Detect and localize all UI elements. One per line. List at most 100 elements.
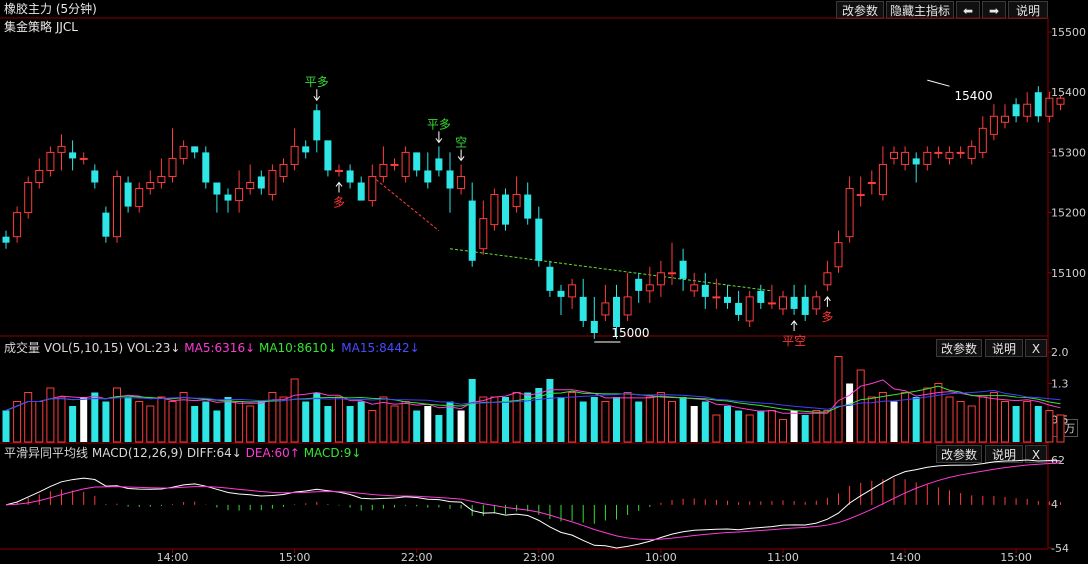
- candle-body-up: [1056, 97, 1065, 105]
- volume-bar: [135, 401, 144, 443]
- macd-tick-label: -54: [1051, 542, 1069, 555]
- signal-label: 平多: [305, 75, 329, 89]
- volume-bar: [13, 401, 22, 443]
- volume-bar: [767, 410, 776, 443]
- candle-body-up: [845, 188, 854, 238]
- candle-body-up: [135, 188, 144, 208]
- candle-body-up: [668, 272, 676, 275]
- candle-body-down: [502, 194, 509, 225]
- low-price-label: 15000: [611, 326, 649, 340]
- candle-body-down: [446, 170, 454, 189]
- volume-bar: [124, 397, 132, 442]
- candle-body-up: [568, 284, 577, 298]
- volume-bar: [290, 378, 299, 443]
- volume-bar: [157, 396, 166, 443]
- candle-body-up: [1045, 97, 1054, 117]
- volume-bar: [635, 401, 643, 442]
- candle-body-up: [512, 194, 521, 208]
- signal-arrow-up-icon: [790, 320, 798, 331]
- candle-body-up: [179, 145, 188, 159]
- candle-body-down: [557, 290, 565, 297]
- candle-body-up: [146, 182, 155, 190]
- candle-body-down: [579, 296, 587, 321]
- price-tick-label: 15300: [1051, 146, 1086, 159]
- volume-tick-label: 2.0: [1051, 346, 1069, 359]
- time-tick-label: 22:00: [401, 551, 433, 564]
- volume-bar: [246, 405, 255, 443]
- volume-bar: [846, 383, 854, 442]
- price-tick-label: 15100: [1051, 267, 1086, 280]
- signal-label: 平空: [782, 334, 806, 348]
- volume-bar: [735, 410, 743, 442]
- candle-body-up: [890, 151, 898, 159]
- candle-body-down: [257, 176, 265, 189]
- candle-body-up: [712, 296, 721, 299]
- candle-body-up: [645, 284, 654, 292]
- volume-bar: [1034, 406, 1042, 442]
- high-price-label: 15400: [955, 89, 993, 103]
- candle-body-up: [901, 151, 910, 165]
- volume-bar: [978, 396, 987, 443]
- volume-bar: [390, 405, 399, 443]
- candle-body-up: [779, 296, 787, 310]
- candle-body-down: [2, 236, 10, 243]
- volume-bar: [435, 415, 443, 442]
- chart-canvas[interactable]: 15500 15400 15300 15200 15100 14:00 15:00 22:00…: [0, 0, 1088, 564]
- candle-body-up: [812, 296, 821, 310]
- volume-bar: [302, 401, 310, 442]
- volume-bar: [757, 410, 765, 442]
- time-tick-label: 14:00: [889, 551, 921, 564]
- candle-body-down: [701, 284, 709, 297]
- volume-bar: [668, 401, 676, 443]
- time-tick-label: 11:00: [767, 551, 799, 564]
- candle-body-up: [13, 212, 22, 238]
- volume-bar: [335, 396, 343, 443]
- volume-bar: [69, 406, 77, 442]
- volume-bar: [856, 369, 865, 443]
- candle-body-down: [202, 152, 210, 183]
- candle-body-down: [357, 182, 365, 201]
- volume-bar: [35, 401, 44, 443]
- candle-body-up: [767, 302, 776, 305]
- candle-body-down: [468, 200, 476, 261]
- candle-body-down: [69, 152, 77, 159]
- time-tick-label: 14:00: [157, 551, 189, 564]
- volume-bar: [235, 401, 244, 443]
- candle-body-down: [724, 296, 731, 303]
- price-tick-label: 15500: [1051, 26, 1086, 39]
- candle-body-up: [856, 194, 865, 197]
- volume-bar: [1012, 406, 1020, 442]
- volume-bar: [457, 410, 465, 442]
- volume-bar: [701, 401, 709, 442]
- candle-body-down: [102, 212, 110, 237]
- volume-bar: [479, 396, 488, 443]
- price-tick-label: 15200: [1051, 207, 1086, 220]
- volume-bar: [679, 397, 687, 442]
- candle-body-up: [834, 242, 843, 268]
- macd-diff-line: [5, 459, 1061, 549]
- volume-bar: [24, 392, 33, 443]
- candle-body-down: [590, 320, 598, 333]
- high-pointer: [927, 79, 950, 87]
- candle-body-down: [735, 302, 743, 315]
- volume-bar: [645, 396, 654, 443]
- candle-body-up: [46, 151, 55, 171]
- volume-bar: [878, 392, 887, 443]
- volume-bar: [46, 387, 55, 443]
- candle-body-down: [535, 218, 543, 261]
- signal-label: 多: [333, 195, 345, 209]
- volume-bar: [579, 401, 587, 442]
- candle-body-up: [989, 115, 998, 135]
- candle-body-up: [235, 188, 244, 202]
- candle-body-down: [324, 140, 332, 171]
- candle-body-up: [878, 163, 887, 196]
- candle-body-up: [290, 145, 299, 165]
- volume-bar: [989, 392, 998, 443]
- volume-bar: [590, 397, 598, 442]
- volume-bar: [912, 397, 920, 442]
- volume-bar: [524, 392, 532, 442]
- candle-body-up: [35, 169, 44, 184]
- time-tick-label: 10:00: [645, 551, 677, 564]
- candle-body-down: [191, 146, 199, 153]
- candle-body-down: [790, 296, 798, 309]
